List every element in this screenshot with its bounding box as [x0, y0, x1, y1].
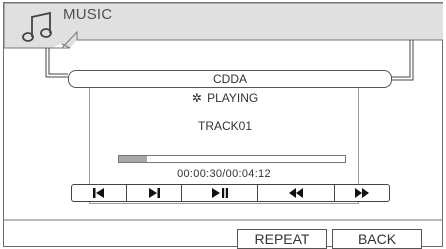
next-track-button[interactable] — [127, 185, 182, 201]
gear-icon: ✲ — [191, 91, 202, 105]
previous-track-button[interactable] — [72, 185, 127, 201]
rewind-button[interactable] — [258, 185, 336, 201]
progress-bar[interactable] — [118, 155, 346, 163]
transport-controls — [71, 184, 390, 202]
skip-next-icon — [148, 188, 160, 198]
play-pause-button[interactable] — [182, 185, 259, 201]
page-title: MUSIC — [63, 6, 113, 23]
progress-fill — [119, 156, 148, 162]
music-note-icon — [20, 9, 62, 52]
track-name: TRACK01 — [197, 119, 253, 133]
playback-status: ✲ PLAYING — [90, 91, 360, 105]
repeat-button[interactable]: REPEAT — [237, 229, 327, 249]
fast-forward-button[interactable] — [335, 185, 389, 201]
skip-previous-icon — [92, 188, 104, 198]
status-text: PLAYING — [207, 91, 259, 105]
time-readout: 00:00:30/00:04:12 — [177, 168, 271, 180]
fast-forward-icon — [355, 188, 370, 198]
back-button[interactable]: BACK — [332, 229, 422, 249]
rewind-icon — [289, 188, 304, 198]
play-pause-icon — [211, 188, 228, 198]
source-label: CDDA — [68, 70, 392, 88]
